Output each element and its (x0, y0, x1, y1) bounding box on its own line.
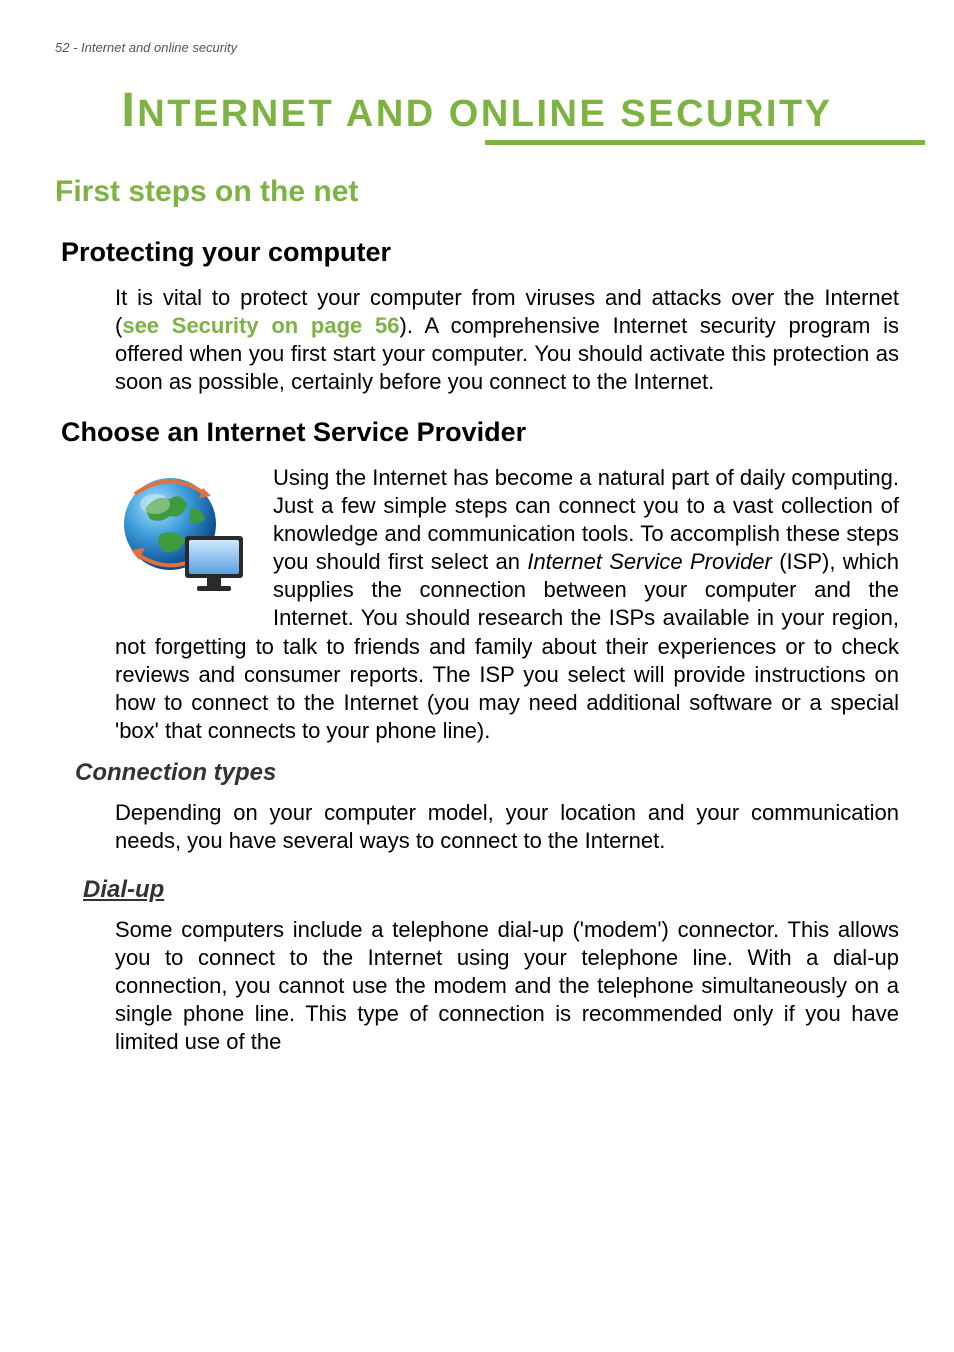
section-connection-types: Connection types (75, 759, 899, 787)
isp-block: Using the Internet has become a natural … (115, 464, 899, 746)
dialup-paragraph: Some computers include a telephone dial-… (115, 916, 899, 1057)
page-header: 52 - Internet and online security (55, 40, 899, 55)
globe-svg (115, 464, 255, 604)
main-title-text: NTERNET AND ONLINE SECURITY (137, 93, 832, 135)
globe-monitor-icon (115, 464, 255, 604)
main-title-cap: I (121, 84, 137, 137)
isp-italic-term: Internet Service Provider (527, 549, 772, 574)
section-protecting: Protecting your computer (61, 237, 899, 268)
connection-types-paragraph: Depending on your computer model, your l… (115, 799, 899, 855)
protecting-paragraph: It is vital to protect your computer fro… (115, 284, 899, 397)
section-first-steps: First steps on the net (55, 175, 899, 209)
security-link[interactable]: see Security on page 56 (122, 313, 399, 338)
section-dialup: Dial-up (83, 876, 899, 904)
main-title: INTERNET AND ONLINE SECURITY (55, 83, 899, 138)
title-underline (485, 140, 925, 145)
section-isp: Choose an Internet Service Provider (61, 417, 899, 448)
